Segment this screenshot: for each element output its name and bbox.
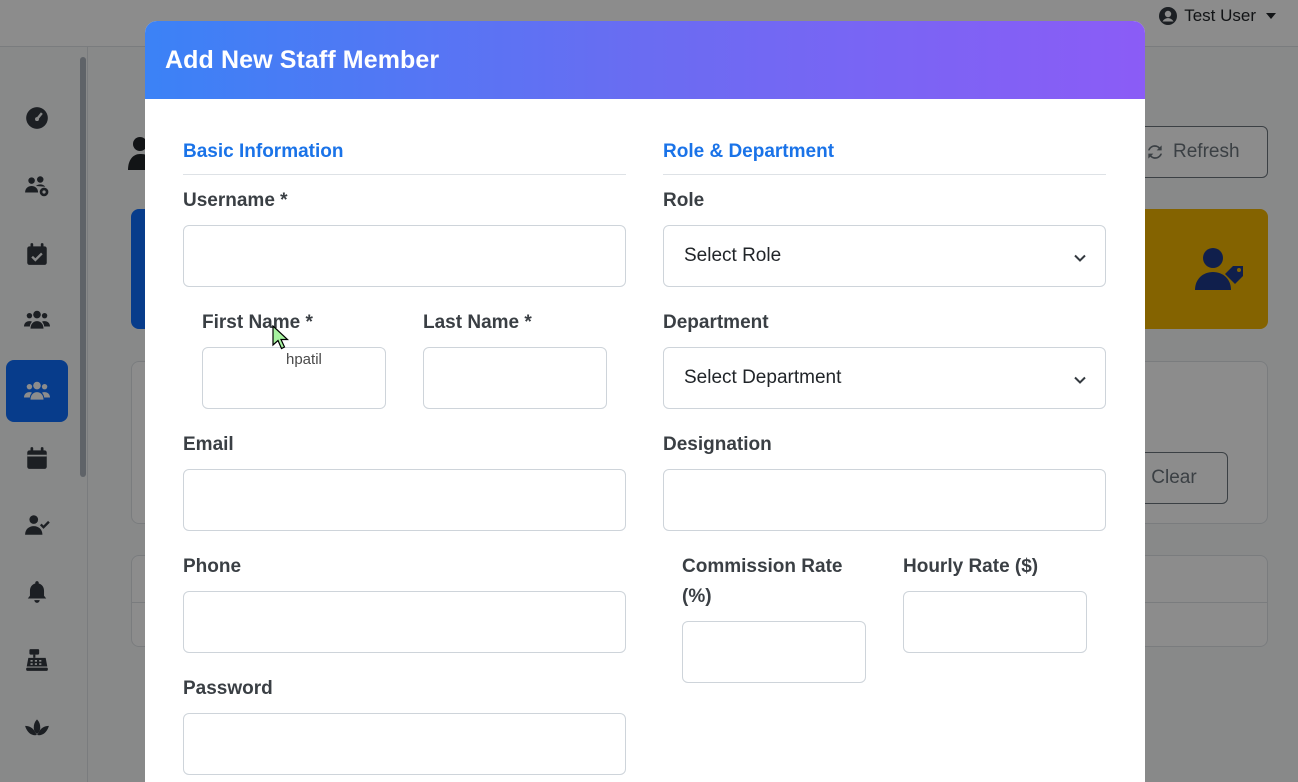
chevron-down-icon	[1073, 371, 1087, 385]
commission-rate-label: Commission Rate (%)	[682, 556, 843, 607]
phone-label: Phone	[183, 556, 242, 577]
department-select-value: Select Department	[684, 367, 842, 388]
designation-input[interactable]	[663, 469, 1106, 531]
username-input[interactable]	[183, 225, 626, 287]
hourly-rate-label: Hourly Rate ($)	[903, 556, 1039, 577]
commission-rate-input[interactable]	[682, 621, 866, 683]
modal-header: Add New Staff Member	[145, 21, 1145, 99]
phone-input[interactable]	[183, 591, 626, 653]
chevron-down-icon	[1073, 249, 1087, 263]
hourly-rate-input[interactable]	[903, 591, 1087, 653]
role-select-value: Select Role	[684, 245, 782, 266]
department-label: Department	[663, 312, 769, 333]
section-divider	[663, 174, 1106, 175]
last-name-input[interactable]	[423, 347, 607, 409]
username-label: Username *	[183, 190, 288, 211]
designation-label: Designation	[663, 434, 772, 455]
department-select[interactable]: Select Department	[663, 347, 1106, 409]
section-title-role-department: Role & Department	[663, 141, 835, 162]
autocomplete-hint[interactable]: hpatil	[286, 351, 322, 368]
email-input[interactable]	[183, 469, 626, 531]
first-name-label: First Name *	[202, 312, 313, 333]
password-input[interactable]	[183, 713, 626, 775]
email-label: Email	[183, 434, 234, 455]
section-divider	[183, 174, 626, 175]
modal-title: Add New Staff Member	[165, 45, 440, 74]
password-label: Password	[183, 678, 273, 699]
role-select[interactable]: Select Role	[663, 225, 1106, 287]
mouse-cursor-icon	[272, 325, 290, 350]
section-title-basic-info: Basic Information	[183, 141, 344, 162]
role-label: Role	[663, 190, 705, 211]
last-name-label: Last Name *	[423, 312, 532, 333]
add-staff-modal: Add New Staff Member Basic Information U…	[145, 21, 1145, 782]
